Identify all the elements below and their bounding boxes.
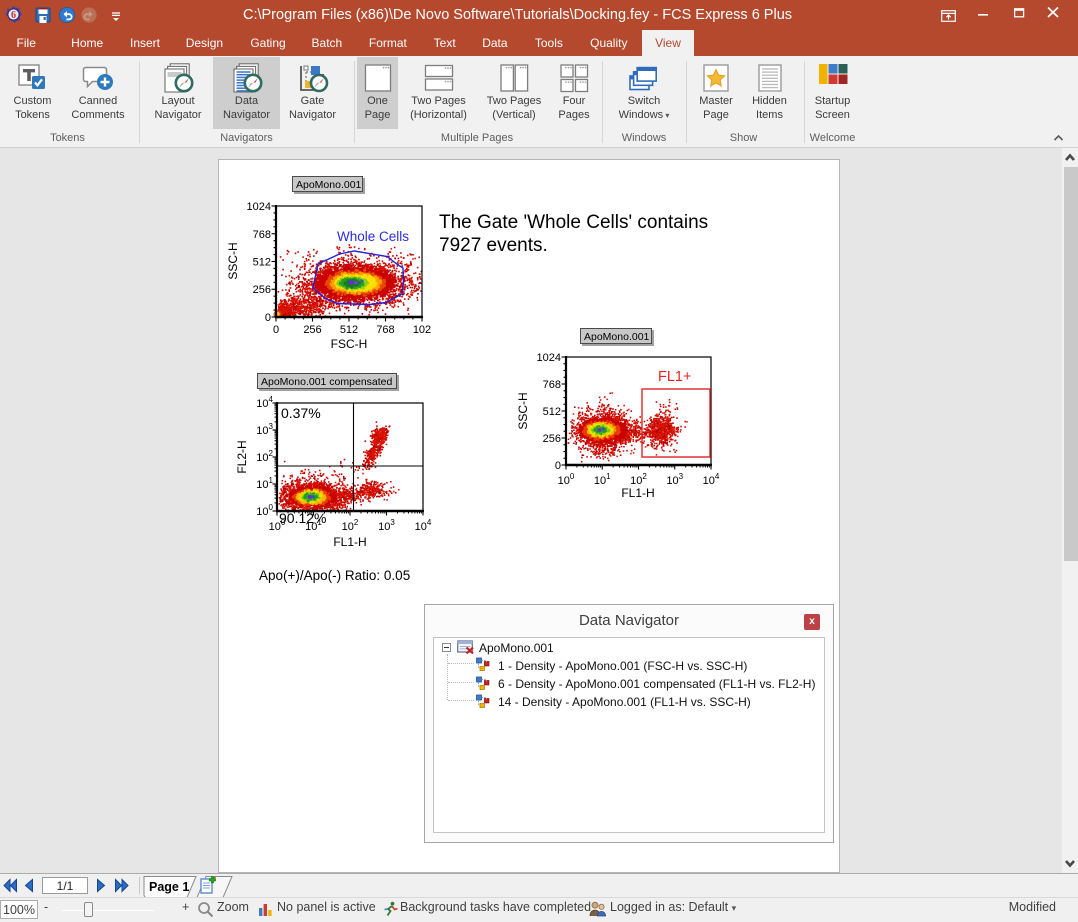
svg-text:102: 102 [342,518,359,533]
svg-text:256: 256 [543,433,561,445]
svg-text:FSC-H: FSC-H [331,337,368,351]
svg-text:104: 104 [415,518,432,533]
svg-text:102: 102 [630,472,647,487]
svg-text:103: 103 [256,422,273,437]
svg-text:256: 256 [253,284,271,296]
svg-text:103: 103 [666,472,683,487]
svg-text:1024: 1024 [247,201,271,213]
svg-text:100: 100 [558,472,575,487]
svg-text:FL1-H: FL1-H [621,486,654,500]
svg-text:0: 0 [555,460,561,472]
svg-text:101: 101 [594,472,611,487]
svg-text:512: 512 [543,406,561,418]
svg-text:FL2-H: FL2-H [235,440,249,473]
svg-text:512: 512 [340,324,358,336]
svg-text:0: 0 [273,324,279,336]
svg-text:104: 104 [703,472,720,487]
svg-text:256: 256 [303,324,321,336]
svg-text:100: 100 [256,503,273,518]
svg-text:768: 768 [543,379,561,391]
svg-text:Page 1: Page 1 [149,880,189,894]
svg-text:FL1-H: FL1-H [333,535,366,549]
svg-text:SSC-H: SSC-H [226,242,240,279]
svg-text:1024: 1024 [537,352,561,364]
svg-text:102: 102 [256,449,273,464]
svg-text:SSC-H: SSC-H [516,392,530,429]
svg-text:768: 768 [376,324,394,336]
svg-text:102: 102 [413,324,431,336]
svg-text:Whole Cells: Whole Cells [337,229,409,244]
svg-text:103: 103 [378,518,395,533]
svg-text:0: 0 [265,312,271,324]
svg-text:512: 512 [253,257,271,269]
svg-text:104: 104 [256,395,273,410]
svg-text:0.37%: 0.37% [281,405,321,421]
svg-text:90.12%: 90.12% [279,510,326,526]
svg-text:101: 101 [256,476,273,491]
svg-text:768: 768 [253,229,271,241]
svg-text:FL1+: FL1+ [658,369,691,385]
